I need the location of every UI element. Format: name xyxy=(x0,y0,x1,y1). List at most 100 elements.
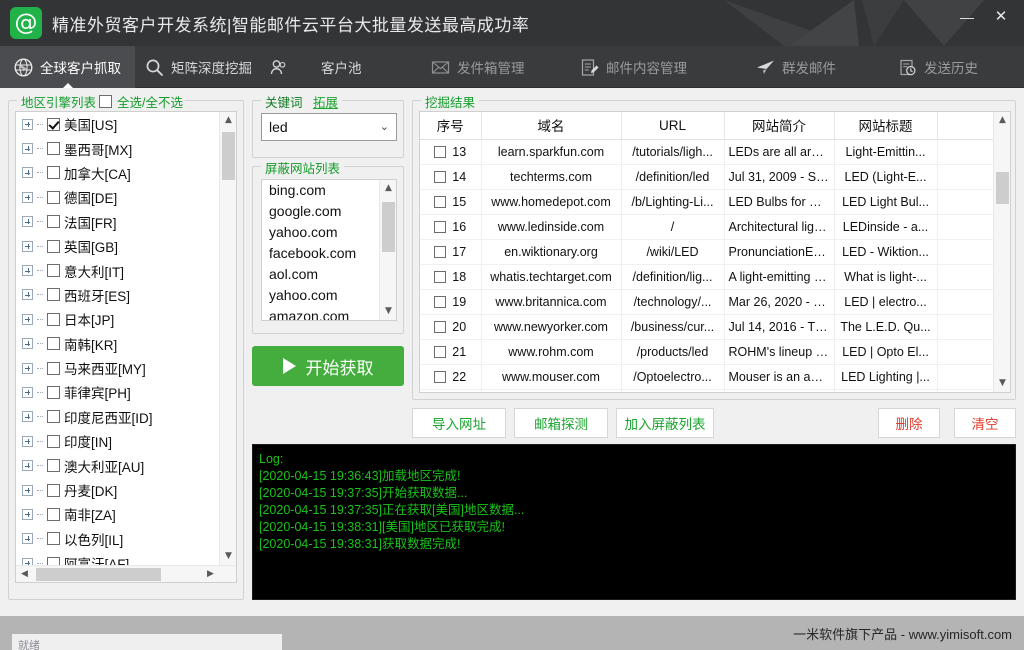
scroll-thumb[interactable] xyxy=(996,172,1009,204)
expand-icon[interactable] xyxy=(22,265,33,277)
scroll-down-icon[interactable]: ▼ xyxy=(380,303,396,320)
scroll-up-icon[interactable]: ▲ xyxy=(380,180,396,197)
table-row[interactable]: 15 www.homedepot.com/b/Lighting-Li... LED … xyxy=(420,189,993,215)
start-capture-button[interactable]: 开始获取 xyxy=(252,346,404,386)
expand-icon[interactable] xyxy=(22,313,33,325)
log-panel[interactable]: Log: [2020-04-15 19:36:43]加载地区完成! [2020-0… xyxy=(252,444,1016,600)
region-tree-item[interactable]: 加拿大[CA] xyxy=(16,161,219,185)
blocked-sites-vscrollbar[interactable]: ▲ ▼ xyxy=(379,180,396,320)
table-row[interactable]: 13 learn.sparkfun.com/tutorials/ligh... LE… xyxy=(420,139,993,165)
keyword-select[interactable]: led ⌄ xyxy=(261,113,397,141)
region-tree-item[interactable]: 德国[DE] xyxy=(16,185,219,209)
region-checkbox[interactable] xyxy=(47,142,60,156)
import-url-button[interactable]: 导入网址 xyxy=(412,408,506,438)
region-tree-item[interactable]: 英国[GB] xyxy=(16,234,219,258)
results-column-header[interactable]: 域名 xyxy=(481,112,622,140)
table-row[interactable]: 16 www.ledinside.com / Architectural lighti… xyxy=(420,214,993,240)
scroll-up-icon[interactable]: ▲ xyxy=(994,112,1010,129)
close-button[interactable]: ✕ xyxy=(986,4,1016,30)
row-index-cell[interactable]: 21 xyxy=(420,339,482,365)
row-checkbox[interactable] xyxy=(434,295,447,308)
region-tree-item[interactable]: 意大利[IT] xyxy=(16,258,219,282)
scroll-up-icon[interactable]: ▲ xyxy=(220,112,236,129)
region-checkbox[interactable] xyxy=(47,239,60,253)
table-row[interactable]: 20 www.newyorker.com/business/cur... Jul 1… xyxy=(420,314,993,340)
region-tree-item[interactable]: 日本[JP] xyxy=(16,307,219,331)
blocked-site-item[interactable]: google.com xyxy=(262,201,379,222)
row-index-cell[interactable]: 19 xyxy=(420,289,482,315)
region-tree-item[interactable]: 法国[FR] xyxy=(16,210,219,234)
region-checkbox[interactable] xyxy=(47,556,60,565)
select-all-checkbox[interactable] xyxy=(99,95,112,108)
blocked-site-item[interactable]: facebook.com xyxy=(262,243,379,264)
region-checkbox[interactable] xyxy=(47,288,60,302)
expand-icon[interactable] xyxy=(22,240,33,252)
results-column-header[interactable]: 网站简介 xyxy=(724,112,835,140)
expand-icon[interactable] xyxy=(22,386,33,398)
row-checkbox[interactable] xyxy=(434,370,447,383)
table-row[interactable]: 23hyperphysics.phy-astr.../hbase/Electr.… xyxy=(420,389,993,392)
row-index-cell[interactable]: 18 xyxy=(420,264,482,290)
nav-item-send-history[interactable]: 发送历史 xyxy=(884,46,992,88)
nav-item-mail-content-management[interactable]: 邮件内容管理 xyxy=(566,46,701,88)
region-checkbox[interactable] xyxy=(47,483,60,497)
expand-icon[interactable] xyxy=(22,338,33,350)
region-tree-item[interactable]: 印度[IN] xyxy=(16,429,219,453)
nav-item-matrix-mining[interactable]: 矩阵深度挖掘 xyxy=(131,46,266,88)
region-tree-item[interactable]: 南韩[KR] xyxy=(16,332,219,356)
region-checkbox[interactable] xyxy=(47,385,60,399)
clear-button[interactable]: 清空 xyxy=(954,408,1016,438)
expand-icon[interactable] xyxy=(22,143,33,155)
row-checkbox[interactable] xyxy=(434,195,447,208)
expand-icon[interactable] xyxy=(22,533,33,545)
nav-item-outbox-management[interactable]: 发件箱管理 xyxy=(417,46,539,88)
row-index-cell[interactable]: 17 xyxy=(420,239,482,265)
table-row[interactable]: 14 techterms.com/definition/led Jul 31, 20… xyxy=(420,164,993,190)
results-vscrollbar[interactable]: ▲ ▼ xyxy=(993,112,1010,392)
blocked-site-item[interactable]: amazon.com xyxy=(262,306,379,320)
region-tree-item[interactable]: 丹麦[DK] xyxy=(16,478,219,502)
region-checkbox[interactable] xyxy=(47,459,60,473)
expand-icon[interactable] xyxy=(22,118,33,130)
mail-probe-button[interactable]: 邮箱探测 xyxy=(514,408,608,438)
row-checkbox[interactable] xyxy=(434,345,447,358)
region-tree-item[interactable]: 澳大利亚[AU] xyxy=(16,453,219,477)
results-column-header[interactable] xyxy=(937,112,993,140)
row-checkbox[interactable] xyxy=(434,145,447,158)
expand-keyword-link[interactable]: 拓展 xyxy=(313,96,338,110)
region-tree-item[interactable]: 墨西哥[MX] xyxy=(16,136,219,160)
region-checkbox[interactable] xyxy=(47,166,60,180)
region-checkbox[interactable] xyxy=(47,434,60,448)
row-checkbox[interactable] xyxy=(434,270,447,283)
delete-button[interactable]: 删除 xyxy=(878,408,940,438)
row-checkbox[interactable] xyxy=(434,320,447,333)
row-index-cell[interactable]: 16 xyxy=(420,214,482,240)
row-index-cell[interactable]: 22 xyxy=(420,364,482,390)
expand-icon[interactable] xyxy=(22,460,33,472)
scroll-right-icon[interactable]: ▶ xyxy=(202,566,219,582)
expand-icon[interactable] xyxy=(22,411,33,423)
row-checkbox[interactable] xyxy=(434,220,447,233)
hscroll-thumb[interactable] xyxy=(36,568,161,581)
results-column-header[interactable]: URL xyxy=(621,112,725,140)
table-row[interactable]: 17 en.wiktionary.org/wiki/LED Pronunciatio… xyxy=(420,239,993,265)
row-index-cell[interactable]: 23 xyxy=(420,389,482,392)
row-index-cell[interactable]: 13 xyxy=(420,139,482,165)
region-tree[interactable]: 美国[US] 墨西哥[MX] 加拿大[CA] 德国[DE] 法国[FR] 英国[GB] 意大… xyxy=(15,111,237,583)
blocked-sites-items[interactable]: bing.com google.com yahoo.com facebook.com a… xyxy=(262,180,379,320)
blocked-site-item[interactable]: yahoo.com xyxy=(262,285,379,306)
region-tree-list[interactable]: 美国[US] 墨西哥[MX] 加拿大[CA] 德国[DE] 法国[FR] 英国[GB] 意大… xyxy=(16,112,219,565)
results-table-wrap[interactable]: 序号 域名 URL 网站简介 网站标题 13 learn.sparkfun.com/tut… xyxy=(419,111,1011,393)
results-table-scroll[interactable]: 序号 域名 URL 网站简介 网站标题 13 learn.sparkfun.com/tut… xyxy=(420,112,993,392)
region-tree-item[interactable]: 阿富汗[AF] xyxy=(16,551,219,565)
table-row[interactable]: 22 www.mouser.com/Optoelectro... Mouser is… xyxy=(420,364,993,390)
select-all-control[interactable]: 全选/全不选 xyxy=(97,92,185,111)
blocked-site-item[interactable]: aol.com xyxy=(262,264,379,285)
expand-icon[interactable] xyxy=(22,435,33,447)
region-checkbox[interactable] xyxy=(47,532,60,546)
scroll-thumb[interactable] xyxy=(222,132,235,180)
row-index-cell[interactable]: 20 xyxy=(420,314,482,340)
region-tree-item[interactable]: 印度尼西亚[ID] xyxy=(16,405,219,429)
region-checkbox[interactable] xyxy=(47,215,60,229)
region-tree-item[interactable]: 马来西亚[MY] xyxy=(16,356,219,380)
